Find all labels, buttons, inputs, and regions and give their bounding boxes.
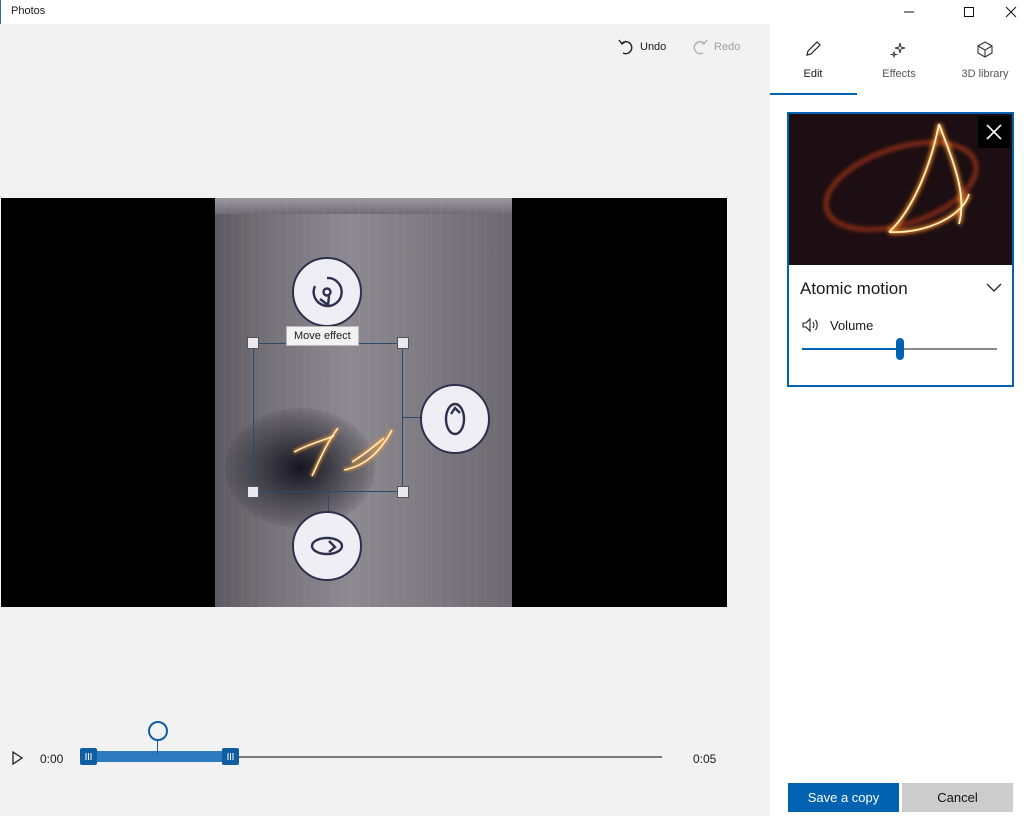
spin-effect-button[interactable]: [292, 511, 362, 581]
trim-handle-end[interactable]: [222, 748, 239, 765]
tab-effects[interactable]: Effects: [856, 34, 942, 94]
redo-label: Redo: [714, 41, 741, 53]
volume-slider[interactable]: [802, 338, 997, 360]
remove-effect-button[interactable]: [978, 116, 1010, 148]
close-icon: [986, 124, 1002, 140]
resize-handle-top-right[interactable]: [397, 337, 409, 349]
effect-card: Atomic motion Volume: [787, 112, 1014, 387]
tab-effects-label: Effects: [882, 68, 916, 80]
close-button[interactable]: [988, 0, 1024, 24]
sparkle-icon: [890, 42, 906, 58]
undo-icon: [618, 39, 633, 55]
volume-row: Volume: [802, 317, 873, 333]
save-copy-button[interactable]: Save a copy: [788, 783, 899, 812]
effect-keyframe-handle[interactable]: [148, 721, 168, 741]
tilt-icon: [444, 402, 466, 436]
pencil-icon: [806, 41, 821, 56]
trim-handle-start[interactable]: [80, 748, 97, 765]
cancel-button[interactable]: Cancel: [902, 783, 1013, 812]
sparkle-effect: [293, 427, 394, 477]
video-canvas[interactable]: Move effect: [1, 198, 727, 607]
current-time: 0:00: [40, 752, 64, 766]
speaker-icon: [802, 317, 818, 333]
maximize-icon: [964, 7, 974, 17]
spin-connector: [328, 492, 329, 512]
volume-slider-thumb[interactable]: [895, 338, 904, 360]
undo-label: Undo: [640, 41, 667, 53]
resize-handle-top-left[interactable]: [247, 337, 259, 349]
grip-icon: [227, 753, 234, 760]
tilt-effect-button[interactable]: [420, 384, 490, 454]
undo-button[interactable]: Undo: [618, 36, 666, 58]
editor-area: Undo Redo Move effect 0:00 0:05: [0, 24, 770, 816]
chevron-down-icon: [986, 283, 1002, 292]
play-button[interactable]: [10, 750, 24, 770]
move-effect-tooltip: Move effect: [286, 326, 359, 346]
rotate-icon: [312, 276, 343, 308]
title-accent: [0, 0, 1, 24]
tab-edit-label: Edit: [803, 68, 823, 80]
effect-marker-line: [157, 740, 158, 754]
end-time: 0:05: [693, 752, 717, 766]
maximize-button[interactable]: [946, 0, 992, 24]
effect-thumbnail: [789, 114, 1012, 265]
timeline: 0:00 0:05: [0, 721, 770, 784]
play-icon: [12, 750, 24, 766]
rotate-effect-button[interactable]: [292, 257, 362, 327]
minimize-icon: [904, 11, 914, 13]
grip-icon: [85, 753, 92, 760]
volume-fill: [802, 348, 900, 350]
effect-selection-box[interactable]: [253, 343, 403, 492]
effect-dropdown-button[interactable]: [986, 280, 1002, 298]
tilt-connector: [403, 417, 421, 418]
effect-name: Atomic motion: [800, 279, 908, 298]
resize-handle-bottom-right[interactable]: [397, 486, 409, 498]
minimize-button[interactable]: [886, 0, 932, 24]
title-bar: Photos: [0, 0, 1024, 24]
redo-button[interactable]: Redo: [692, 36, 740, 58]
app-title: Photos: [11, 5, 46, 17]
resize-handle-bottom-left[interactable]: [247, 486, 259, 498]
cube-icon: [977, 41, 993, 58]
tab-3d-library-label: 3D library: [961, 68, 1009, 80]
spin-icon: [310, 536, 344, 556]
volume-label: Volume: [830, 317, 874, 333]
redo-icon: [693, 39, 708, 55]
selected-tab-indicator: [770, 93, 857, 95]
side-panel: Edit Effects 3D library Atomic motion Vo…: [770, 24, 1024, 816]
close-icon: [1005, 6, 1017, 18]
trim-range[interactable]: [88, 751, 236, 762]
tab-edit[interactable]: Edit: [770, 34, 856, 94]
tab-3d-library[interactable]: 3D library: [942, 34, 1024, 94]
